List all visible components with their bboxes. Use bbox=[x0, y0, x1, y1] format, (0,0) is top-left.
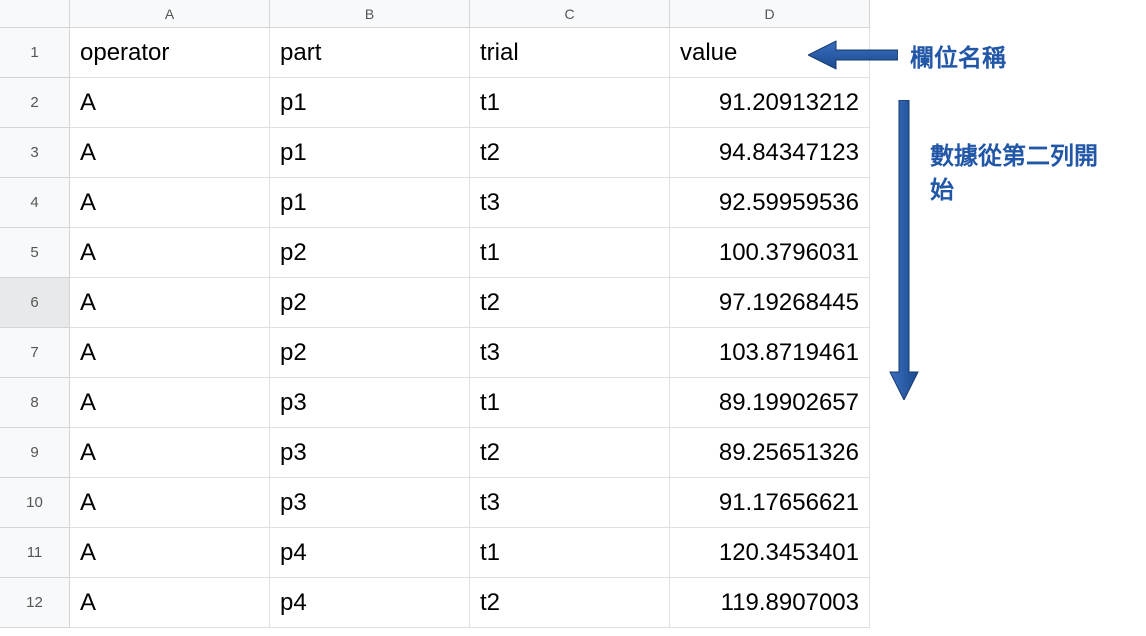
arrow-down-icon bbox=[887, 100, 921, 400]
cell-A2[interactable]: A bbox=[70, 78, 270, 128]
cell-C2[interactable]: t1 bbox=[470, 78, 670, 128]
cell-B10[interactable]: p3 bbox=[270, 478, 470, 528]
col-header-B[interactable]: B bbox=[270, 0, 470, 28]
cell-C1[interactable]: trial bbox=[470, 28, 670, 78]
cell-B9[interactable]: p3 bbox=[270, 428, 470, 478]
col-header-A[interactable]: A bbox=[70, 0, 270, 28]
row-header-11[interactable]: 11 bbox=[0, 528, 70, 578]
cell-B4[interactable]: p1 bbox=[270, 178, 470, 228]
cell-D10[interactable]: 91.17656621 bbox=[670, 478, 870, 528]
cell-C3[interactable]: t2 bbox=[470, 128, 670, 178]
row-header-2[interactable]: 2 bbox=[0, 78, 70, 128]
cell-C12[interactable]: t2 bbox=[470, 578, 670, 628]
cell-A12[interactable]: A bbox=[70, 578, 270, 628]
cell-D8[interactable]: 89.19902657 bbox=[670, 378, 870, 428]
cell-A6[interactable]: A bbox=[70, 278, 270, 328]
cell-A5[interactable]: A bbox=[70, 228, 270, 278]
cell-C10[interactable]: t3 bbox=[470, 478, 670, 528]
corner-cell[interactable] bbox=[0, 0, 70, 28]
cell-D5[interactable]: 100.3796031 bbox=[670, 228, 870, 278]
cell-D7[interactable]: 103.8719461 bbox=[670, 328, 870, 378]
cell-C8[interactable]: t1 bbox=[470, 378, 670, 428]
row-header-6[interactable]: 6 bbox=[0, 278, 70, 328]
row-header-8[interactable]: 8 bbox=[0, 378, 70, 428]
cell-B3[interactable]: p1 bbox=[270, 128, 470, 178]
cell-C9[interactable]: t2 bbox=[470, 428, 670, 478]
col-header-D[interactable]: D bbox=[670, 0, 870, 28]
annotation-data-start: 數據從第二列開始 bbox=[930, 140, 1110, 207]
col-header-C[interactable]: C bbox=[470, 0, 670, 28]
row-header-10[interactable]: 10 bbox=[0, 478, 70, 528]
row-header-3[interactable]: 3 bbox=[0, 128, 70, 178]
spreadsheet-grid: A B C D 1 operator part trial value 2 A … bbox=[0, 0, 870, 628]
cell-A4[interactable]: A bbox=[70, 178, 270, 228]
cell-C11[interactable]: t1 bbox=[470, 528, 670, 578]
row-header-5[interactable]: 5 bbox=[0, 228, 70, 278]
row-header-12[interactable]: 12 bbox=[0, 578, 70, 628]
annotation-column-names: 欄位名稱 bbox=[910, 42, 1006, 76]
cell-B12[interactable]: p4 bbox=[270, 578, 470, 628]
cell-C6[interactable]: t2 bbox=[470, 278, 670, 328]
cell-B6[interactable]: p2 bbox=[270, 278, 470, 328]
cell-D11[interactable]: 120.3453401 bbox=[670, 528, 870, 578]
cell-C7[interactable]: t3 bbox=[470, 328, 670, 378]
cell-B5[interactable]: p2 bbox=[270, 228, 470, 278]
cell-B11[interactable]: p4 bbox=[270, 528, 470, 578]
cell-A11[interactable]: A bbox=[70, 528, 270, 578]
cell-D9[interactable]: 89.25651326 bbox=[670, 428, 870, 478]
cell-B8[interactable]: p3 bbox=[270, 378, 470, 428]
cell-A10[interactable]: A bbox=[70, 478, 270, 528]
cell-B7[interactable]: p2 bbox=[270, 328, 470, 378]
cell-D2[interactable]: 91.20913212 bbox=[670, 78, 870, 128]
cell-A1[interactable]: operator bbox=[70, 28, 270, 78]
cell-A9[interactable]: A bbox=[70, 428, 270, 478]
cell-C4[interactable]: t3 bbox=[470, 178, 670, 228]
row-header-4[interactable]: 4 bbox=[0, 178, 70, 228]
cell-D12[interactable]: 119.8907003 bbox=[670, 578, 870, 628]
cell-A8[interactable]: A bbox=[70, 378, 270, 428]
cell-C5[interactable]: t1 bbox=[470, 228, 670, 278]
cell-B2[interactable]: p1 bbox=[270, 78, 470, 128]
row-header-1[interactable]: 1 bbox=[0, 28, 70, 78]
cell-A3[interactable]: A bbox=[70, 128, 270, 178]
arrow-left-icon bbox=[808, 38, 898, 72]
cell-B1[interactable]: part bbox=[270, 28, 470, 78]
cell-D4[interactable]: 92.59959536 bbox=[670, 178, 870, 228]
row-header-7[interactable]: 7 bbox=[0, 328, 70, 378]
cell-D3[interactable]: 94.84347123 bbox=[670, 128, 870, 178]
row-header-9[interactable]: 9 bbox=[0, 428, 70, 478]
cell-A7[interactable]: A bbox=[70, 328, 270, 378]
cell-D6[interactable]: 97.19268445 bbox=[670, 278, 870, 328]
